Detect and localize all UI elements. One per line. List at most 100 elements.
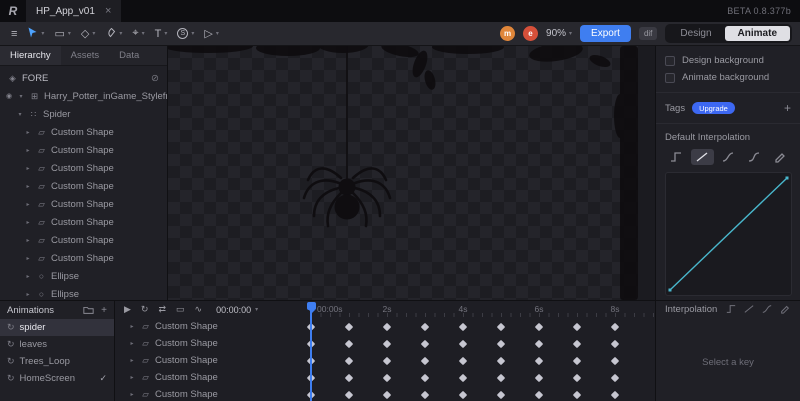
trigger-tool-button[interactable]: ▷ ▾	[199, 24, 223, 44]
keyframe-diamond[interactable]	[496, 322, 506, 331]
hierarchy-row-artboard[interactable]: ◉ ▾ ⊞ Harry_Potter_inGame_Styleframe_V2	[0, 87, 167, 105]
keyframe-diamond[interactable]	[382, 373, 392, 382]
hierarchy-row-shape[interactable]: ▸ ▱ Custom Shape	[0, 213, 167, 231]
hierarchy-row-group[interactable]: ▾ ∷ Spider	[0, 105, 167, 123]
expand-caret-icon[interactable]: ▸	[24, 147, 32, 154]
hierarchy-row-ellipse[interactable]: ▸ ○ Ellipse	[0, 285, 167, 300]
chevron-down-icon[interactable]: ▾	[216, 30, 219, 37]
keyframe-diamond[interactable]	[344, 339, 354, 348]
hold-interpolation-icon[interactable]	[725, 301, 737, 319]
keyframe-diamond[interactable]	[496, 356, 506, 365]
file-tab[interactable]: HP_App_v01 ×	[26, 0, 122, 22]
hierarchy-row-artboard-fore[interactable]: ◈ FORE ⊘	[0, 69, 167, 87]
hierarchy-row-shape[interactable]: ▸ ▱ Custom Shape	[0, 123, 167, 141]
expand-caret-icon[interactable]: ▸	[24, 129, 32, 136]
expand-caret-icon[interactable]: ▸	[128, 340, 136, 347]
keyframe-diamond[interactable]	[344, 390, 354, 399]
keyframe-diamond[interactable]	[610, 356, 620, 365]
keyframe-diamond[interactable]	[496, 373, 506, 382]
chevron-down-icon[interactable]: ▾	[191, 30, 194, 37]
artboard-tool-button[interactable]: ▭ ▾	[49, 24, 75, 44]
diff-button[interactable]: dif	[638, 27, 658, 40]
pen-tool-button[interactable]: ▾	[100, 24, 127, 44]
keyframe-diamond[interactable]	[458, 390, 468, 399]
chevron-down-icon[interactable]: ▾	[119, 30, 122, 37]
states-tool-button[interactable]: S ▾	[172, 24, 199, 44]
keyframe-diamond[interactable]	[572, 356, 582, 365]
keyframe-diamond[interactable]	[344, 322, 354, 331]
animation-item-spider[interactable]: ↻ spider	[0, 319, 114, 336]
graph-mode-button[interactable]: ∿	[195, 304, 203, 315]
expand-caret-icon[interactable]: ▸	[128, 391, 136, 398]
work-area-button[interactable]: ▭	[176, 304, 185, 315]
keyframe-diamond[interactable]	[534, 390, 544, 399]
ease-interpolation-button[interactable]	[742, 149, 765, 165]
expand-caret-icon[interactable]: ▾	[17, 93, 25, 100]
keyframe-diamond[interactable]	[610, 339, 620, 348]
hierarchy-row-ellipse[interactable]: ▸ ○ Ellipse	[0, 267, 167, 285]
timeline-track[interactable]: ▸ ▱ Custom Shape	[115, 352, 655, 369]
keyframe-diamond[interactable]	[420, 356, 430, 365]
keyframe-diamond[interactable]	[496, 390, 506, 399]
add-tag-button[interactable]: +	[784, 101, 791, 115]
keyframe-diamond[interactable]	[534, 373, 544, 382]
menu-button[interactable]: ≡	[6, 24, 22, 44]
expand-caret-icon[interactable]: ▸	[24, 165, 32, 172]
collaborator-avatar[interactable]: e	[523, 26, 539, 41]
constraint-tool-button[interactable]: ⌖ ▾	[127, 24, 149, 44]
hierarchy-row-shape[interactable]: ▸ ▱ Custom Shape	[0, 249, 167, 267]
keyframe-diamond[interactable]	[382, 356, 392, 365]
play-button[interactable]: ▶	[124, 304, 131, 315]
custom-interpolation-button[interactable]	[768, 149, 791, 165]
expand-caret-icon[interactable]: ▸	[24, 255, 32, 262]
current-time-display[interactable]: 00:00:00 ▾	[216, 305, 258, 315]
shapes-tool-button[interactable]: ◇ ▾	[76, 24, 100, 44]
timeline-track[interactable]: ▸ ▱ Custom Shape	[115, 369, 655, 386]
keyframe-diamond[interactable]	[610, 373, 620, 382]
keyframe-diamond[interactable]	[458, 373, 468, 382]
keyframe-diamond[interactable]	[572, 322, 582, 331]
visibility-off-icon[interactable]: ⊘	[151, 73, 159, 84]
linear-interpolation-icon[interactable]	[743, 301, 755, 319]
chevron-down-icon[interactable]: ▾	[68, 30, 71, 37]
expand-caret-icon[interactable]: ▸	[128, 357, 136, 364]
zoom-control[interactable]: 90% ▾	[546, 28, 572, 39]
design-mode-button[interactable]: Design	[667, 26, 724, 41]
chevron-down-icon[interactable]: ▾	[142, 30, 145, 37]
expand-caret-icon[interactable]: ▸	[128, 374, 136, 381]
chevron-down-icon[interactable]: ▾	[164, 30, 167, 37]
app-logo-icon[interactable]: R	[0, 0, 26, 22]
keyframe-diamond[interactable]	[382, 322, 392, 331]
animation-item-trees-loop[interactable]: ↻ Trees_Loop	[0, 353, 114, 370]
linear-interpolation-button[interactable]	[690, 149, 714, 165]
keyframe-diamond[interactable]	[610, 390, 620, 399]
new-folder-icon[interactable]	[83, 305, 94, 315]
tab-hierarchy[interactable]: Hierarchy	[0, 46, 61, 65]
expand-caret-icon[interactable]: ▸	[24, 237, 32, 244]
timeline-track[interactable]: ▸ ▱ Custom Shape	[115, 386, 655, 401]
keyframe-diamond[interactable]	[420, 390, 430, 399]
animate-mode-button[interactable]: Animate	[724, 26, 790, 41]
timeline-track[interactable]: ▸ ▱ Custom Shape	[115, 318, 655, 335]
keyframe-diamond[interactable]	[534, 356, 544, 365]
chevron-down-icon[interactable]: ▾	[92, 30, 95, 37]
expand-caret-icon[interactable]: ▸	[24, 273, 32, 280]
keyframe-diamond[interactable]	[344, 373, 354, 382]
cubic-interpolation-button[interactable]	[717, 149, 740, 165]
expand-caret-icon[interactable]: ▸	[24, 219, 32, 226]
interpolation-curve-editor[interactable]	[665, 172, 792, 296]
timeline-playhead[interactable]	[310, 310, 312, 401]
expand-caret-icon[interactable]: ▸	[128, 323, 136, 330]
stage-canvas[interactable]	[168, 46, 655, 300]
animation-item-leaves[interactable]: ↻ leaves	[0, 336, 114, 353]
add-animation-button[interactable]: +	[101, 305, 107, 316]
expand-caret-icon[interactable]: ▾	[16, 111, 24, 118]
upgrade-badge[interactable]: Upgrade	[692, 102, 735, 114]
custom-interpolation-icon[interactable]	[779, 301, 791, 319]
keyframe-diamond[interactable]	[420, 322, 430, 331]
animate-background-checkbox[interactable]	[665, 72, 675, 83]
timeline-ruler[interactable]: 00:00s 2s 4s 6s 8s	[308, 301, 655, 318]
expand-caret-icon[interactable]: ▸	[24, 183, 32, 190]
cubic-interpolation-icon[interactable]	[761, 301, 773, 319]
export-button[interactable]: Export	[580, 25, 631, 42]
